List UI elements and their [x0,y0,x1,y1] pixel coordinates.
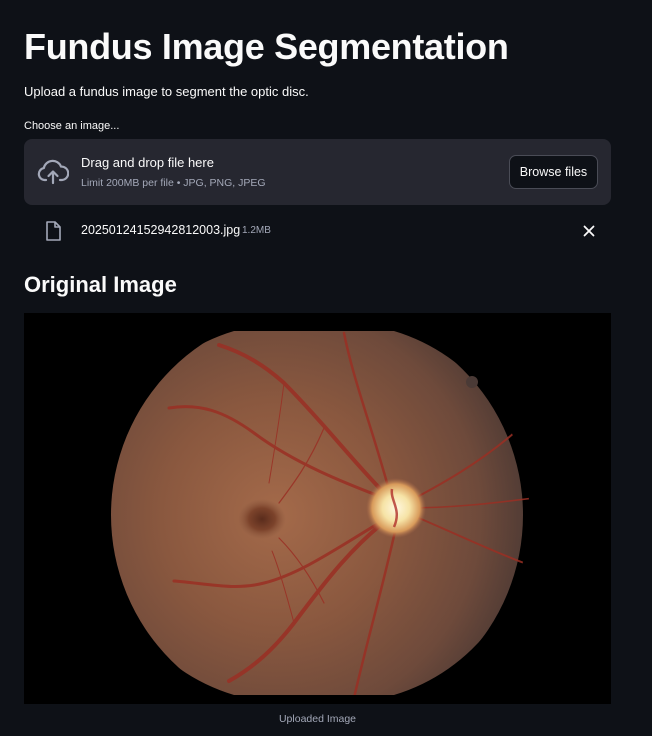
remove-file-button[interactable] [581,223,597,239]
uploaded-image [24,313,611,704]
file-dropzone[interactable]: Drag and drop file here Limit 200MB per … [24,139,611,205]
browse-files-button[interactable]: Browse files [509,155,598,189]
dropzone-instructions: Drag and drop file here Limit 200MB per … [81,154,266,190]
original-image-heading: Original Image [24,272,177,297]
file-icon [46,221,61,241]
image-caption: Uploaded Image [278,713,357,725]
page-title: Fundus Image Segmentation [24,26,509,67]
page-subtitle: Upload a fundus image to segment the opt… [24,84,309,99]
uploaded-file-row: 20250124152942812003.jpg 1.2MB [24,216,611,246]
dropzone-limit: Limit 200MB per file • JPG, PNG, JPEG [81,177,266,189]
fundus-photo [24,313,611,704]
cloud-upload-icon [37,159,69,185]
dropzone-title: Drag and drop file here [81,155,214,170]
uploaded-file-size: 1.2MB [242,225,271,236]
uploaded-file-name: 20250124152942812003.jpg [81,223,241,237]
app-page: Fundus Image Segmentation Upload a fundu… [0,0,652,736]
file-uploader-label: Choose an image... [24,120,120,132]
